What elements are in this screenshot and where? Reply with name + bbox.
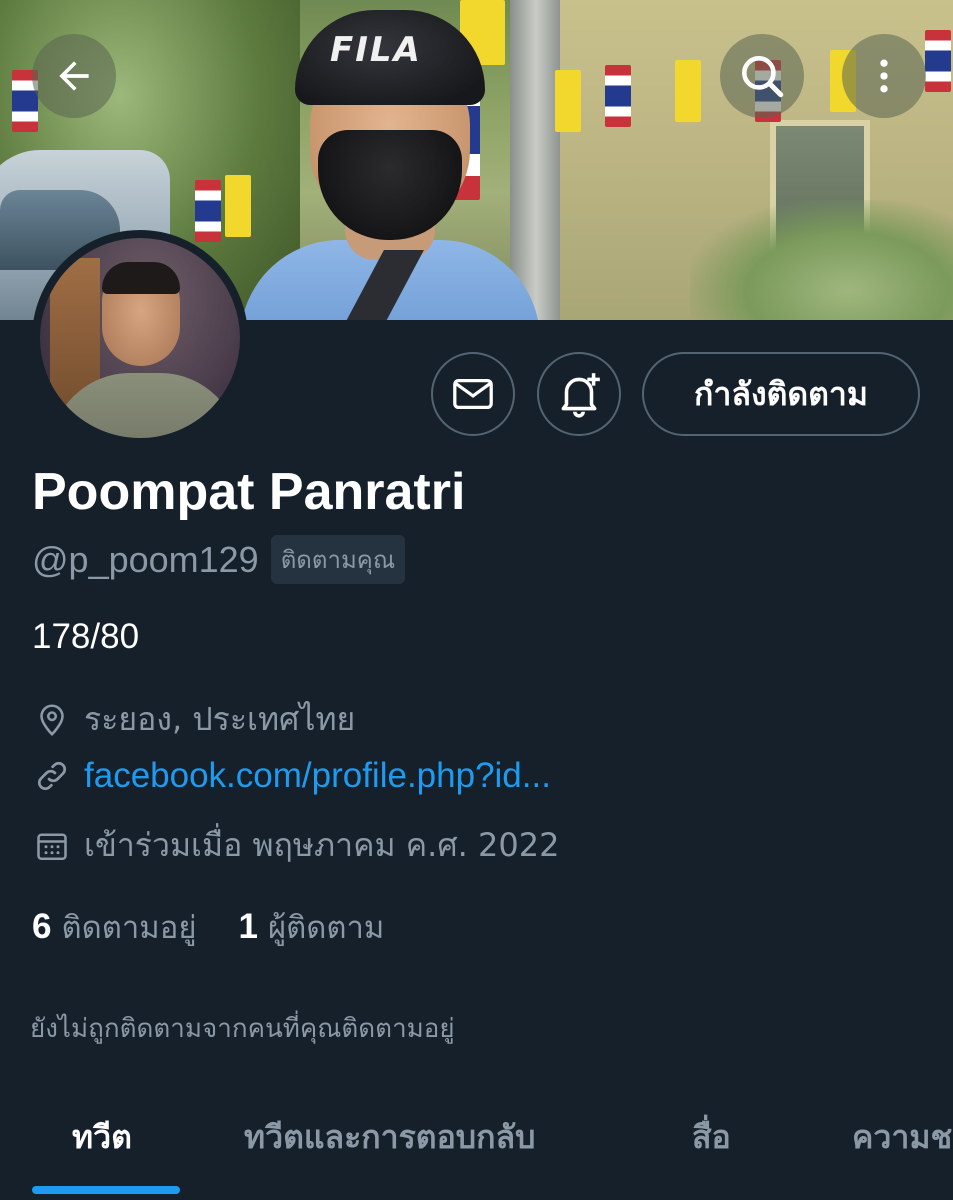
flag [925, 30, 951, 92]
followers-label: ผู้ติดตาม [267, 910, 385, 946]
location-pin-icon [32, 700, 72, 740]
flag [195, 180, 221, 242]
flag [555, 70, 581, 132]
banner-person: FILA [240, 0, 540, 320]
face-mask [318, 130, 462, 240]
website-row: facebook.com/profile.php?id... [32, 756, 551, 796]
location-row: ระยอง, ประเทศไทย [32, 694, 355, 745]
back-button[interactable] [32, 34, 116, 118]
followers-count: 1 [238, 907, 258, 946]
profile-joined-date: เข้าร่วมเมื่อ พฤษภาคม ค.ศ. 2022 [84, 826, 560, 864]
bell-plus-icon [561, 373, 600, 418]
followers-stat[interactable]: 1 ผู้ติดตาม [239, 902, 385, 952]
search-button[interactable] [720, 34, 804, 118]
profile-tabs: ทวีต ทวีตและการตอบกลับ สื่อ ความชอบ [0, 1090, 953, 1200]
tab-tweets-replies[interactable]: ทวีตและการตอบกลับ [244, 1112, 535, 1163]
not-followed-notice: ยังไม่ถูกติดตามจากคนที่คุณติดตามอยู่ [30, 1014, 455, 1044]
active-tab-indicator [32, 1186, 180, 1194]
following-count: 6 [32, 907, 52, 946]
handle-row: @p_poom129 ติดตามคุณ [32, 535, 406, 584]
following-label: ติดตามอยู่ [61, 910, 197, 946]
joined-row: เข้าร่วมเมื่อ พฤษภาคม ค.ศ. 2022 [32, 820, 559, 871]
arrow-left-icon [59, 61, 89, 91]
tab-likes[interactable]: ความชอบ [852, 1112, 953, 1163]
tab-media[interactable]: สื่อ [692, 1112, 731, 1163]
search-icon [742, 56, 784, 98]
notify-button[interactable] [537, 352, 621, 436]
tab-tweets[interactable]: ทวีต [72, 1112, 132, 1163]
calendar-icon [32, 826, 72, 866]
flag [605, 65, 631, 127]
avatar[interactable] [32, 230, 248, 446]
profile-handle: @p_poom129 [32, 538, 259, 580]
following-stat[interactable]: 6 ติดตามอยู่ [32, 902, 197, 952]
profile-name: Poompat Panratri [32, 463, 466, 521]
link-icon [32, 756, 72, 796]
follow-stats: 6 ติดตามอยู่ 1 ผู้ติดตาม [32, 902, 384, 952]
flag [675, 60, 701, 122]
more-button[interactable] [842, 34, 926, 118]
profile-location: ระยอง, ประเทศไทย [84, 700, 356, 738]
profile-page: FILA กำลังติดตาม Poompat Panratri @p_poo… [0, 0, 953, 1200]
profile-website-link[interactable]: facebook.com/profile.php?id... [84, 756, 551, 796]
follows-you-badge: ติดตามคุณ [270, 535, 406, 584]
message-button[interactable] [431, 352, 515, 436]
more-vertical-icon [880, 59, 888, 93]
profile-bio: 178/80 [32, 617, 140, 656]
cap-logo: FILA [330, 30, 422, 70]
following-button[interactable]: กำลังติดตาม [642, 352, 920, 436]
mail-icon [453, 378, 493, 410]
